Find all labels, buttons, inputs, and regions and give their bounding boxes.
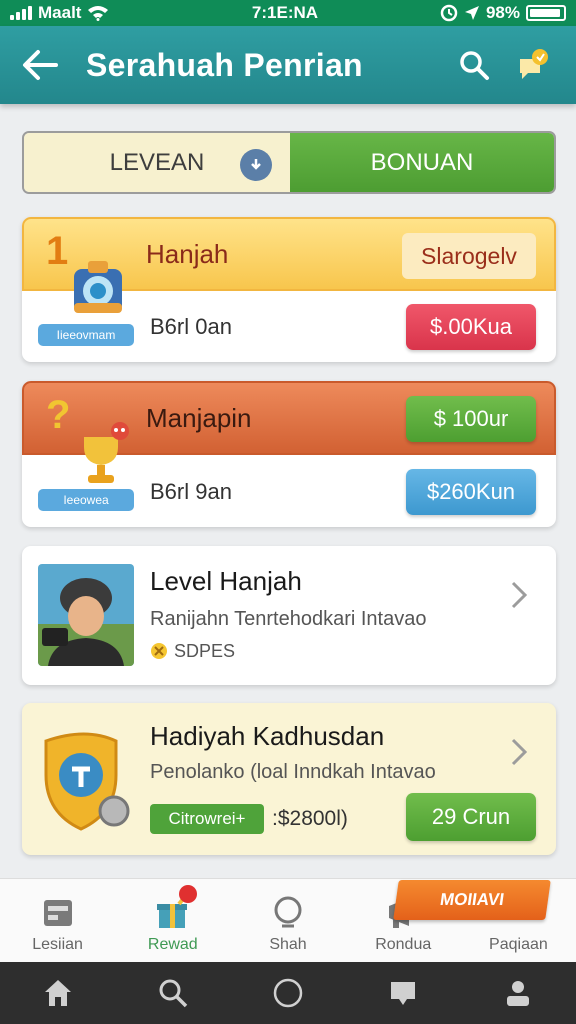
- tab-lesiian[interactable]: Lesiian: [0, 879, 115, 962]
- rank-number: ?: [46, 393, 71, 437]
- list-item-title: Level Hanjah: [150, 566, 302, 596]
- nav-profile-button[interactable]: [498, 973, 538, 1013]
- tab-label: Lesiian: [32, 936, 83, 953]
- reward-title: Hanjah: [146, 238, 229, 269]
- list-item-level[interactable]: Level Hanjah Ranijahn Tenrtehodkari Inta…: [22, 546, 556, 685]
- avatar: [38, 564, 134, 666]
- system-nav-bar: [0, 962, 576, 1024]
- app-bar: Serahuah Penrian: [0, 26, 576, 104]
- claim-button[interactable]: $.00Kua: [406, 304, 536, 350]
- battery-percent: 98%: [485, 3, 520, 22]
- redeem-button[interactable]: 29 Crun: [406, 793, 536, 841]
- reward-card: 1 Hanjah Slarogelv Iieeovmam B6rl 0an $.…: [22, 217, 556, 362]
- circle-icon: [273, 978, 303, 1008]
- tab-label: Rewad: [147, 936, 198, 953]
- reward-price-button[interactable]: $ 100ur: [406, 396, 536, 442]
- chevron-right-icon: [511, 738, 528, 766]
- notification-bell-icon: [520, 49, 548, 79]
- shield-badge-icon: [44, 732, 130, 831]
- reward-tag: Ieeowea: [38, 489, 134, 511]
- nav-circle-button[interactable]: [268, 973, 308, 1013]
- tab-label: Rondua: [375, 936, 432, 953]
- status-bar: Maalt 7:1E:NA 98%: [0, 0, 576, 26]
- reward-amount: B6rl 9an: [150, 479, 232, 504]
- tab-rewad[interactable]: Rewad: [115, 879, 230, 962]
- list-item-value: :$2800l): [272, 807, 348, 830]
- segment-control: LEVEAN BONUAN: [22, 131, 556, 194]
- reward-status-badge: Slarogelv: [402, 233, 536, 279]
- reward-amount: B6rl 0an: [150, 314, 232, 339]
- notification-button[interactable]: [510, 43, 554, 87]
- tab-shah[interactable]: Shah: [230, 879, 345, 962]
- search-icon: [159, 979, 188, 1008]
- status-left: Maalt: [10, 3, 170, 23]
- nav-chat-button[interactable]: [383, 973, 423, 1013]
- person-icon: [507, 981, 530, 1006]
- star-icon: [151, 643, 167, 659]
- wallet-icon: [43, 900, 72, 926]
- search-button[interactable]: [452, 43, 496, 87]
- segment-bonuan[interactable]: BONUAN: [290, 133, 554, 192]
- camera-box-icon: [74, 261, 122, 313]
- download-icon: [240, 149, 272, 181]
- reward-title: Manjapin: [146, 402, 252, 433]
- battery-icon: [526, 5, 566, 21]
- back-button[interactable]: [22, 45, 62, 85]
- promo-ribbon[interactable]: MOIIAVI: [393, 880, 551, 920]
- nav-search-button[interactable]: [153, 973, 193, 1013]
- clock: 7:1E:NA: [251, 3, 319, 22]
- page-title: Serahuah Penrian: [86, 46, 363, 83]
- segment-left-label: LEVEAN: [109, 148, 205, 176]
- list-item-subtitle: Penolanko (loal Inndkah Intavao: [150, 761, 436, 783]
- list-item-reward[interactable]: Hadiyah Kadhusdan Penolanko (loal Inndka…: [22, 703, 556, 855]
- chat-icon: [391, 982, 416, 1005]
- search-icon: [460, 51, 489, 80]
- carrier-label: Maalt: [38, 3, 82, 22]
- home-button[interactable]: [38, 973, 78, 1013]
- location-icon: [464, 6, 479, 20]
- signal-icon: [10, 6, 32, 20]
- status-right: 98%: [440, 3, 566, 23]
- home-icon: [44, 980, 71, 1006]
- wifi-icon: [88, 6, 109, 21]
- tab-label: Shah: [269, 936, 307, 953]
- reward-card: ? Manjapin $ 100ur Ieeowea B6rl 9an $260…: [22, 381, 556, 527]
- alarm-icon: [440, 4, 458, 22]
- tab-label: Paqiaan: [489, 936, 548, 953]
- claim-button[interactable]: $260Kun: [406, 469, 536, 515]
- segment-leavan[interactable]: LEVEAN: [24, 133, 290, 192]
- back-arrow-icon: [23, 50, 58, 80]
- reward-tag: Iieeovmam: [38, 324, 134, 346]
- list-item-meta: SDPES: [174, 641, 236, 661]
- chevron-right-icon: [511, 581, 528, 609]
- search-circle-icon: [274, 896, 302, 928]
- list-item-title: Hadiyah Kadhusdan: [150, 721, 385, 751]
- category-tag: Citrowrei+: [150, 804, 264, 834]
- list-item-subtitle: Ranijahn Tenrtehodkari Intavao: [150, 608, 427, 630]
- rank-number: 1: [46, 229, 69, 273]
- notification-dot: [179, 885, 198, 903]
- trophy-icon: [84, 422, 129, 483]
